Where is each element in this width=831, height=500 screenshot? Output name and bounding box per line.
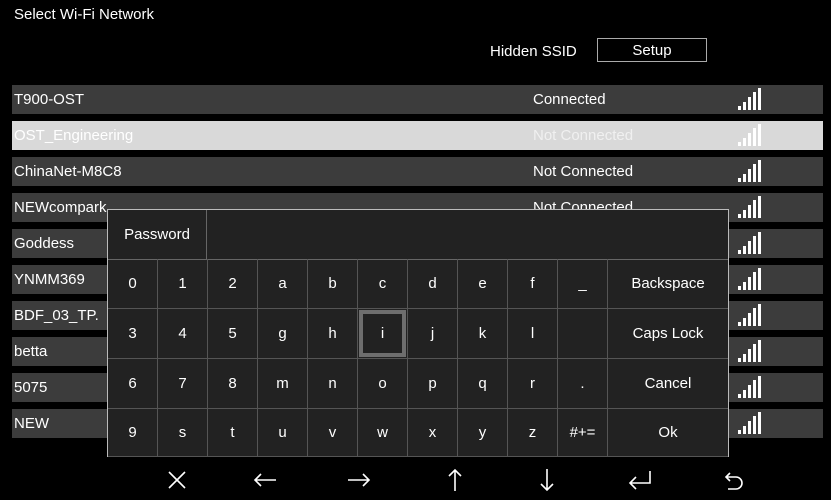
key[interactable]: 5 <box>208 309 258 359</box>
network-status: Not Connected <box>533 127 634 144</box>
key[interactable]: r <box>508 359 558 409</box>
back-icon[interactable] <box>708 460 758 500</box>
key[interactable]: 4 <box>158 309 208 359</box>
key[interactable]: _ <box>558 259 608 309</box>
key[interactable]: 3 <box>108 309 158 359</box>
keyboard-dialog: Password 0 1 2 a b c d e f _ Backspace 3 4 5 g h i j k l Cap… <box>107 209 729 457</box>
key[interactable]: p <box>408 359 458 409</box>
wifi-signal-icon <box>738 88 762 110</box>
key[interactable]: 0 <box>108 259 158 309</box>
navigation-bar <box>0 460 831 500</box>
key[interactable]: j <box>408 309 458 359</box>
network-name: YNMM369 <box>14 271 85 288</box>
backspace-button[interactable]: Backspace <box>608 259 728 309</box>
key[interactable]: 8 <box>208 359 258 409</box>
hidden-ssid-label[interactable]: Hidden SSID <box>490 43 577 60</box>
network-name: ChinaNet-M8C8 <box>14 163 122 180</box>
key[interactable]: t <box>208 409 258 457</box>
network-row[interactable]: OST_Engineering Not Connected <box>12 121 823 150</box>
key[interactable] <box>558 309 608 359</box>
caps-lock-button[interactable]: Caps Lock <box>608 309 728 359</box>
key[interactable]: w <box>358 409 408 457</box>
network-status: Connected <box>533 91 606 108</box>
network-name: OST_Engineering <box>14 127 134 144</box>
wifi-signal-icon <box>738 304 762 326</box>
title: Select Wi-Fi Network <box>14 6 155 23</box>
network-name: NEW <box>14 415 49 432</box>
enter-icon[interactable] <box>615 460 665 500</box>
key[interactable]: m <box>258 359 308 409</box>
key[interactable]: o <box>358 359 408 409</box>
key[interactable]: f <box>508 259 558 309</box>
key[interactable]: e <box>458 259 508 309</box>
key[interactable]: 6 <box>108 359 158 409</box>
key[interactable]: a <box>258 259 308 309</box>
cancel-button[interactable]: Cancel <box>608 359 728 409</box>
network-name: Goddess <box>14 235 75 252</box>
wifi-signal-icon <box>738 124 762 146</box>
key[interactable]: l <box>508 309 558 359</box>
key[interactable]: s <box>158 409 208 457</box>
wifi-signal-icon <box>738 340 762 362</box>
arrow-down-icon[interactable] <box>522 460 572 500</box>
network-row[interactable]: T900-OST Connected <box>12 85 823 114</box>
wifi-signal-icon <box>738 268 762 290</box>
arrow-up-icon[interactable] <box>430 460 480 500</box>
network-row[interactable]: ChinaNet-M8C8 Not Connected <box>12 157 823 186</box>
key[interactable]: 2 <box>208 259 258 309</box>
key[interactable]: 9 <box>108 409 158 457</box>
wifi-signal-icon <box>738 160 762 182</box>
key[interactable]: . <box>558 359 608 409</box>
key[interactable]: g <box>258 309 308 359</box>
key[interactable]: h <box>308 309 358 359</box>
setup-button[interactable]: Setup <box>597 38 707 62</box>
network-name: BDF_03_TP. <box>14 307 99 324</box>
key[interactable]: b <box>308 259 358 309</box>
network-name: T900-OST <box>14 91 85 108</box>
key[interactable]: n <box>308 359 358 409</box>
key[interactable]: x <box>408 409 458 457</box>
arrow-right-icon[interactable] <box>334 460 384 500</box>
arrow-left-icon[interactable] <box>240 460 290 500</box>
key[interactable]: 7 <box>158 359 208 409</box>
password-label: Password <box>108 210 207 260</box>
key[interactable]: k <box>458 309 508 359</box>
password-input[interactable] <box>207 210 728 260</box>
key[interactable]: q <box>458 359 508 409</box>
network-name: betta <box>14 343 48 360</box>
key[interactable]: v <box>308 409 358 457</box>
key[interactable]: c <box>358 259 408 309</box>
key[interactable]: y <box>458 409 508 457</box>
key[interactable]: u <box>258 409 308 457</box>
wifi-signal-icon <box>738 376 762 398</box>
key[interactable]: 1 <box>158 259 208 309</box>
key[interactable]: #+= <box>558 409 608 457</box>
wifi-signal-icon <box>738 232 762 254</box>
wifi-signal-icon <box>738 412 762 434</box>
key[interactable]: d <box>408 259 458 309</box>
network-status: Not Connected <box>533 163 634 180</box>
ok-button[interactable]: Ok <box>608 409 728 457</box>
wifi-signal-icon <box>738 196 762 218</box>
network-name: 5075 <box>14 379 48 396</box>
key[interactable]: i <box>358 309 408 359</box>
network-name: NEWcompark <box>14 199 107 216</box>
close-icon[interactable] <box>152 460 202 500</box>
key[interactable]: z <box>508 409 558 457</box>
